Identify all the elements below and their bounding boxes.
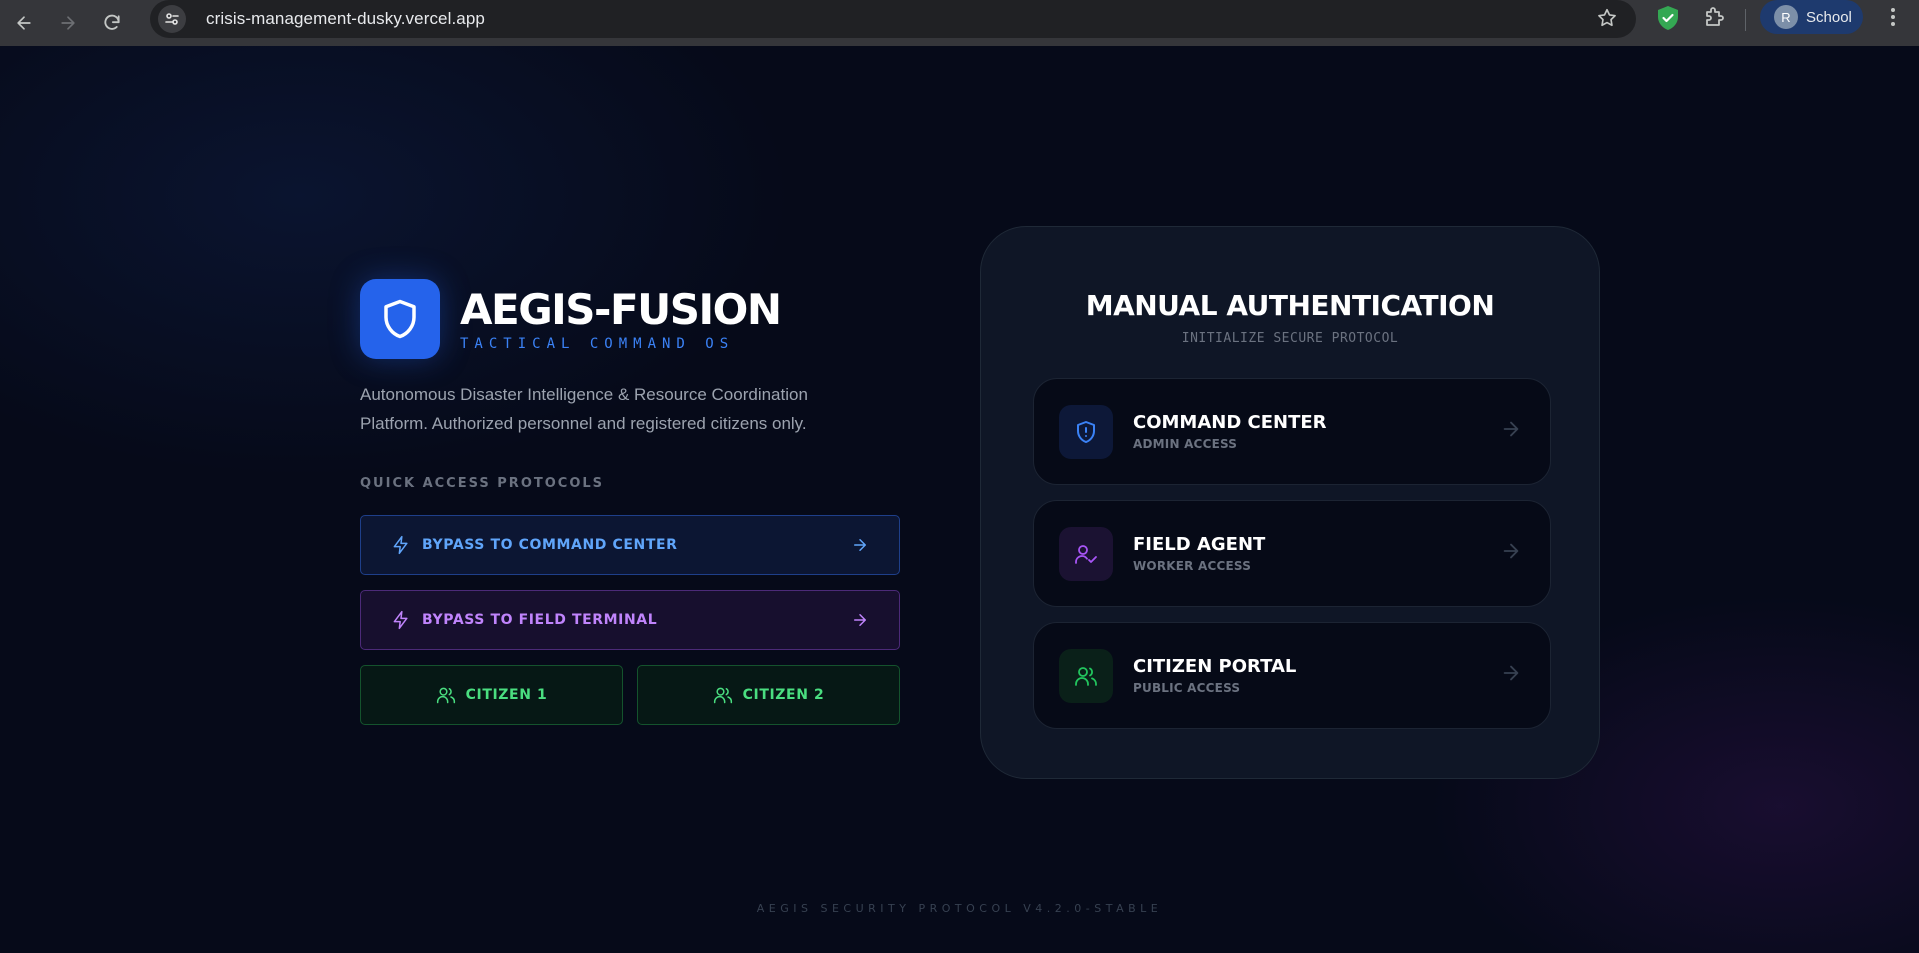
citizen-2-button[interactable]: CITIZEN 2	[637, 665, 900, 725]
site-info-button[interactable]	[158, 5, 186, 33]
footer-version: AEGIS SECURITY PROTOCOL V4.2.0-STABLE	[0, 902, 1919, 915]
arrow-right-icon	[61, 16, 75, 30]
shield-icon	[384, 299, 416, 339]
bypass-field-terminal-button[interactable]: BYPASS TO FIELD TERMINAL	[360, 590, 900, 650]
users-icon	[436, 687, 455, 704]
role-field-agent-button[interactable]: FIELD AGENT WORKER ACCESS	[1033, 500, 1551, 607]
brand-header: AEGIS-FUSION TACTICAL COMMAND OS	[360, 279, 782, 359]
citizen-1-label: CITIZEN 1	[465, 687, 548, 703]
role-access: PUBLIC ACCESS	[1133, 681, 1241, 695]
user-check-icon	[1075, 544, 1097, 564]
arrow-right-icon	[1500, 540, 1522, 567]
browser-toolbar: crisis-management-dusky.vercel.app R Sch…	[0, 0, 1919, 46]
puzzle-icon	[1706, 7, 1724, 26]
brand-title: AEGIS-FUSION	[460, 285, 782, 334]
role-icon-box	[1059, 404, 1113, 459]
bypass-command-center-button[interactable]: BYPASS TO COMMAND CENTER	[360, 515, 900, 575]
url-text[interactable]: crisis-management-dusky.vercel.app	[206, 9, 485, 29]
arrow-right-icon	[854, 539, 866, 551]
role-icon-box	[1059, 526, 1113, 581]
profile-button[interactable]: R School	[1760, 0, 1863, 34]
extensions-button[interactable]	[1703, 5, 1727, 34]
brand-subtitle: TACTICAL COMMAND OS	[460, 336, 735, 352]
role-citizen-portal-button[interactable]: CITIZEN PORTAL PUBLIC ACCESS	[1033, 622, 1551, 729]
users-icon	[713, 687, 732, 704]
shield-check-icon	[1658, 6, 1678, 30]
arrow-right-icon	[854, 614, 866, 626]
users-icon	[1075, 666, 1097, 686]
role-access: ADMIN ACCESS	[1133, 437, 1238, 451]
footer-text: AEGIS SECURITY PROTOCOL V4.2.0-STABLE	[756, 902, 1163, 915]
role-icon-box	[1059, 648, 1113, 703]
auth-subtitle: INITIALIZE SECURE PROTOCOL	[1181, 331, 1399, 346]
role-name: FIELD AGENT	[1133, 534, 1266, 555]
role-access: WORKER ACCESS	[1133, 559, 1252, 573]
bypass-command-center-label: BYPASS TO COMMAND CENTER	[422, 537, 678, 553]
avatar: R	[1774, 5, 1798, 29]
tune-icon	[165, 13, 179, 25]
role-name: COMMAND CENTER	[1133, 412, 1327, 433]
bookmark-button[interactable]	[1596, 7, 1618, 34]
citizen-2-label: CITIZEN 2	[742, 687, 825, 703]
arrow-right-icon	[1500, 418, 1522, 445]
more-vertical-icon	[1891, 8, 1895, 26]
arrow-right-icon	[1500, 662, 1522, 689]
browser-menu-button[interactable]	[1882, 5, 1904, 34]
reload-button[interactable]	[92, 6, 132, 40]
quick-access-label: QUICK ACCESS PROTOCOLS	[360, 476, 605, 491]
toolbar-divider	[1745, 9, 1746, 31]
forward-button[interactable]	[48, 6, 88, 40]
back-button[interactable]	[4, 6, 44, 40]
reload-icon	[104, 14, 120, 30]
auth-card: MANUAL AUTHENTICATION INITIALIZE SECURE …	[980, 226, 1600, 779]
zap-icon	[393, 610, 408, 630]
star-icon	[1598, 8, 1616, 27]
citizen-1-button[interactable]: CITIZEN 1	[360, 665, 623, 725]
address-bar[interactable]: crisis-management-dusky.vercel.app	[150, 0, 1636, 38]
brand-logo	[360, 279, 440, 359]
role-name: CITIZEN PORTAL	[1133, 656, 1297, 677]
role-command-center-button[interactable]: COMMAND CENTER ADMIN ACCESS	[1033, 378, 1551, 485]
profile-name: School	[1806, 8, 1852, 26]
platform-description: Autonomous Disaster Intelligence & Resou…	[360, 385, 808, 433]
bypass-field-terminal-label: BYPASS TO FIELD TERMINAL	[422, 612, 658, 628]
shield-extension-icon[interactable]	[1656, 5, 1680, 31]
arrow-left-icon	[17, 16, 31, 30]
auth-title: MANUAL AUTHENTICATION	[1085, 289, 1495, 322]
login-page: AEGIS-FUSION TACTICAL COMMAND OS Autonom…	[0, 46, 1919, 953]
shield-alert-icon	[1077, 420, 1095, 443]
zap-icon	[393, 535, 408, 555]
